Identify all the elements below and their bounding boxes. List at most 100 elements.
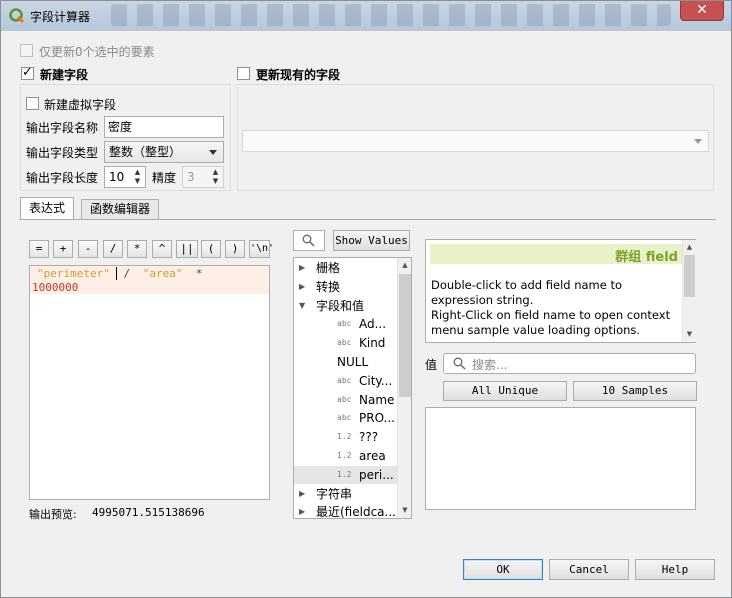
tree-field-label: ???: [359, 430, 379, 445]
field-type-icon: 1.2: [337, 451, 352, 460]
output-name-input[interactable]: 密度: [104, 116, 224, 138]
scrollbar-thumb[interactable]: [399, 274, 411, 397]
tree-item[interactable]: abc Kind: [294, 334, 397, 352]
operator-newline-button[interactable]: '\n': [249, 240, 274, 258]
field-type-icon: 1.2: [337, 469, 352, 479]
values-search-input[interactable]: 搜索...: [443, 353, 696, 374]
values-search-placeholder: 搜索...: [472, 358, 508, 372]
spin-arrows-icon[interactable]: ▲ ▼: [209, 168, 222, 186]
operator-open-paren-button[interactable]: (: [201, 240, 221, 258]
scroll-down-icon[interactable]: ▼: [398, 503, 411, 518]
expanded-arrow-icon[interactable]: ▼: [299, 297, 305, 315]
operator-multiply-button[interactable]: *: [127, 240, 147, 258]
field-type-icon: abc: [337, 375, 352, 385]
existing-field-select[interactable]: [242, 130, 709, 152]
new-field-label: 新建字段: [40, 68, 89, 82]
output-length-label: 输出字段长度: [26, 171, 99, 185]
expression-editor[interactable]: "perimeter" / "area" * 1000000: [29, 265, 270, 500]
tree-item[interactable]: abc City...: [294, 372, 397, 390]
ok-button[interactable]: OK: [463, 559, 543, 580]
background-toolbar: [111, 4, 671, 26]
tree-item[interactable]: ▼ 字段和值: [294, 297, 397, 315]
update-existing-label: 更新现有的字段: [256, 68, 341, 82]
output-name-label: 输出字段名称: [26, 121, 99, 135]
tree-group-label: 字符串: [316, 486, 353, 501]
preview-label: 输出预览:: [29, 508, 77, 521]
preview-value: 4995071.515138696: [92, 506, 205, 519]
operator-equals-button[interactable]: =: [29, 240, 49, 258]
tab-expression[interactable]: 表达式: [20, 197, 75, 220]
ten-samples-button[interactable]: 10 Samples: [573, 381, 697, 401]
tree-field-label: peri...: [359, 467, 394, 482]
tree-field-label: Name: [359, 392, 395, 407]
expression-line-1: "perimeter" / "area" *: [37, 267, 202, 280]
values-label: 值: [425, 358, 438, 372]
spin-arrows-icon[interactable]: ▲ ▼: [131, 168, 144, 186]
collapsed-arrow-icon[interactable]: ▶: [299, 485, 305, 503]
tree-field-label: NULL: [337, 355, 369, 369]
function-search-input[interactable]: [293, 230, 325, 251]
field-calculator-window: 字段计算器 ✕ 仅更新0个选中的要素 新建字段 更新现有的字段 新建虚拟字段 输…: [0, 0, 732, 598]
tree-group-label: 字段和值: [316, 298, 365, 313]
collapsed-arrow-icon[interactable]: ▶: [299, 278, 305, 296]
help-header: 群组 field: [430, 244, 683, 265]
values-list[interactable]: [425, 407, 696, 510]
tree-item[interactable]: NULL: [294, 353, 397, 371]
help-line-1: Double-click to add field name to expres…: [431, 278, 623, 307]
tree-group-label: 最近(fieldca...: [316, 505, 396, 519]
collapsed-arrow-icon[interactable]: ▶: [299, 259, 305, 277]
tab-divider: [19, 219, 716, 220]
tree-field-label: PRO...: [359, 411, 395, 426]
tree-item[interactable]: ▶ 字符串: [294, 485, 397, 503]
only-selected-label: 仅更新0个选中的要素: [39, 45, 155, 59]
help-button[interactable]: Help: [635, 559, 715, 580]
tab-function-editor[interactable]: 函数编辑器: [81, 199, 160, 219]
tree-item[interactable]: 1.2 area: [294, 447, 397, 465]
output-length-spinbox[interactable]: 10 ▲ ▼: [104, 166, 146, 188]
virtual-field-label: 新建虚拟字段: [44, 98, 117, 112]
search-icon: [453, 357, 466, 370]
operator-plus-button[interactable]: +: [53, 240, 73, 258]
tree-item[interactable]: ▶ 转换: [294, 278, 397, 296]
field-type-icon: abc: [337, 413, 352, 423]
tree-item[interactable]: ▶ 栅格: [294, 259, 397, 277]
output-type-select[interactable]: 整数（整型）: [104, 141, 224, 163]
tree-item[interactable]: abc Ad...: [294, 315, 397, 333]
scroll-up-icon[interactable]: ▲: [398, 258, 411, 273]
collapsed-arrow-icon[interactable]: ▶: [299, 503, 305, 518]
all-unique-button[interactable]: All Unique: [443, 381, 567, 401]
help-scrollbar[interactable]: ▲ ▼: [682, 240, 696, 342]
scrollbar-thumb[interactable]: [684, 255, 695, 297]
tree-scrollbar[interactable]: ▲ ▼: [397, 258, 411, 518]
field-type-icon: 1.2: [337, 432, 352, 442]
tree-field-label: Ad...: [359, 317, 387, 332]
scroll-up-icon[interactable]: ▲: [683, 240, 696, 255]
function-tree[interactable]: ▲ ▼ ▶ 栅格 ▶ 转换 ▼ 字段和值 abc Ad... abc Kind NULL abc Cit…: [293, 257, 412, 519]
cancel-button[interactable]: Cancel: [549, 559, 629, 580]
operator-minus-button[interactable]: -: [78, 240, 98, 258]
help-body: Double-click to add field name to expres…: [431, 278, 683, 338]
tree-item[interactable]: 1.2???: [294, 428, 397, 446]
tree-item[interactable]: 1.2 peri...: [294, 465, 397, 484]
precision-spinbox[interactable]: 3 ▲ ▼: [182, 166, 224, 188]
operator-close-paren-button[interactable]: ): [225, 240, 245, 258]
update-existing-checkbox[interactable]: [237, 67, 250, 80]
operator-power-button[interactable]: ^: [152, 240, 172, 258]
help-panel: 群组 field Double-click to add field name …: [425, 239, 696, 343]
tree-field-label: Kind: [359, 336, 386, 351]
show-values-button[interactable]: Show Values: [333, 230, 410, 251]
virtual-field-checkbox[interactable]: [26, 97, 39, 110]
precision-label: 精度: [152, 171, 177, 185]
expression-operator-divide: /: [115, 267, 137, 280]
operator-divide-button[interactable]: /: [103, 240, 123, 258]
tree-item[interactable]: abc PRO...: [294, 409, 397, 427]
only-selected-checkbox[interactable]: [20, 44, 33, 57]
operator-concat-button[interactable]: ||: [176, 240, 198, 258]
tree-item[interactable]: ▶ 最近(fieldca...: [294, 503, 397, 519]
scroll-down-icon[interactable]: ▼: [683, 327, 696, 342]
tree-item[interactable]: abc Name: [294, 391, 397, 409]
close-button[interactable]: ✕: [680, 1, 724, 21]
expression-field-area: "area": [142, 267, 183, 280]
field-type-icon: abc: [337, 394, 352, 404]
new-field-checkbox[interactable]: [21, 65, 34, 80]
